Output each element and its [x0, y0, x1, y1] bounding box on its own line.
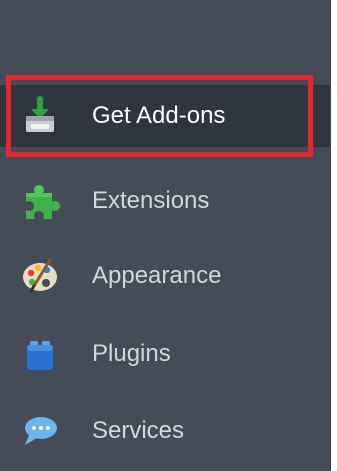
addons-sidebar: Get Add-ons Extensions Appearance Plugin… [0, 0, 331, 471]
sidebar-item-label: Extensions [92, 187, 210, 214]
paint-palette-icon [20, 256, 60, 296]
sidebar-item-get-addons[interactable]: Get Add-ons [0, 85, 330, 147]
sidebar-item-label: Plugins [92, 340, 171, 367]
puzzle-piece-icon [20, 181, 60, 221]
sidebar-item-plugins[interactable]: Plugins [0, 323, 330, 385]
sidebar-item-label: Appearance [92, 262, 222, 289]
sidebar-item-appearance[interactable]: Appearance [0, 245, 330, 307]
lego-brick-icon [20, 334, 60, 374]
sidebar-item-label: Services [92, 417, 185, 444]
sidebar-item-extensions[interactable]: Extensions [0, 170, 330, 232]
download-tray-icon [20, 96, 60, 136]
sidebar-item-services[interactable]: Services [0, 400, 330, 462]
sidebar-item-label: Get Add-ons [92, 102, 226, 129]
chat-bubble-icon [20, 411, 60, 451]
